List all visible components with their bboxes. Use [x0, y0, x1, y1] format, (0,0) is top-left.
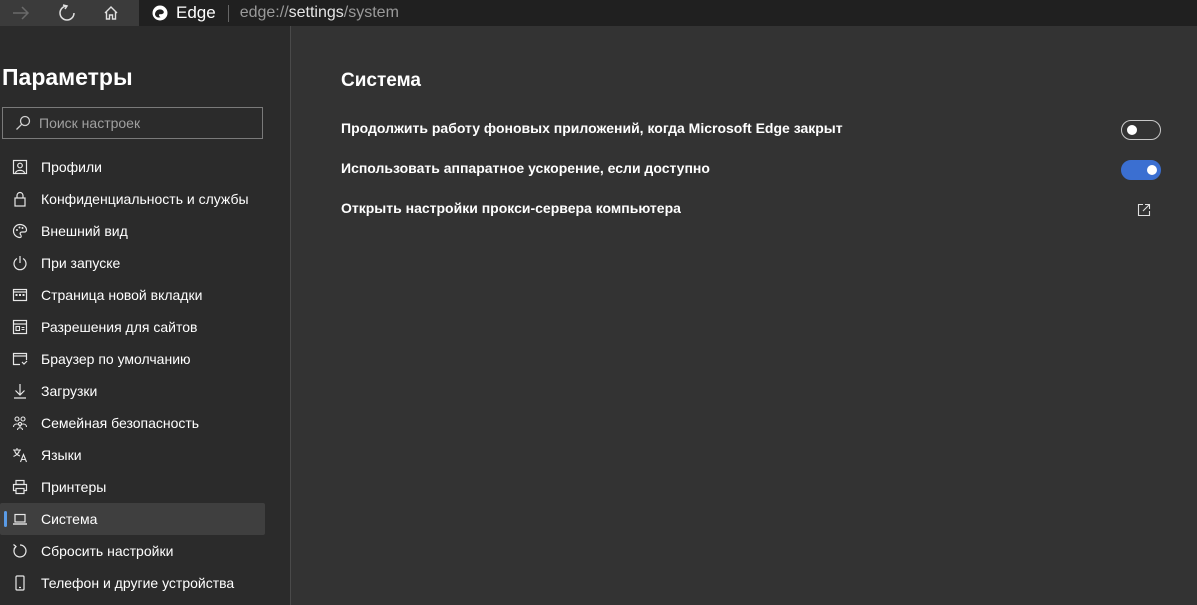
arrow-right-icon [13, 6, 30, 20]
sidebar-item-system[interactable]: Система [0, 503, 265, 535]
external-link-icon[interactable] [1137, 203, 1151, 217]
settings-sidebar: Параметры Профили Конфиденциальность и с… [0, 26, 291, 605]
edge-logo-icon [152, 5, 168, 21]
printer-icon [12, 479, 28, 495]
browser-name: Edge [176, 3, 216, 22]
browser-toolbar: Edge edge://settings/system [0, 0, 1197, 26]
sidebar-item-site-permissions[interactable]: Разрешения для сайтов [0, 311, 265, 343]
sidebar-item-label: Разрешения для сайтов [41, 319, 198, 335]
settings-content: Система Продолжить работу фоновых прилож… [291, 26, 1197, 605]
sidebar-item-privacy[interactable]: Конфиденциальность и службы [0, 183, 265, 215]
sidebar-item-printers[interactable]: Принтеры [0, 471, 265, 503]
setting-proxy[interactable]: Открыть настройки прокси-сервера компьют… [341, 188, 1161, 228]
family-icon [12, 416, 28, 431]
setting-background-apps: Продолжить работу фоновых приложений, ко… [341, 108, 1161, 148]
address-separator [227, 4, 229, 22]
sidebar-item-family-safety[interactable]: Семейная безопасность [0, 407, 265, 439]
sidebar-item-label: При запуске [41, 255, 121, 271]
home-icon [104, 6, 118, 20]
sidebar-item-label: Принтеры [41, 479, 107, 495]
sidebar-item-label: Конфиденциальность и службы [41, 191, 249, 207]
sidebar-item-label: Профили [41, 159, 102, 175]
sidebar-item-phone[interactable]: Телефон и другие устройства [0, 567, 265, 599]
profile-icon [12, 159, 28, 175]
refresh-icon [59, 4, 75, 21]
toggle-knob [1147, 165, 1157, 175]
refresh-button[interactable] [52, 0, 82, 26]
setting-label: Продолжить работу фоновых приложений, ко… [341, 120, 843, 136]
sidebar-item-reset[interactable]: Сбросить настройки [0, 535, 265, 567]
site-permissions-icon [12, 319, 28, 335]
power-icon [13, 256, 27, 271]
languages-icon [13, 448, 28, 463]
forward-button[interactable] [6, 0, 36, 26]
url-text: edge://settings/system [240, 4, 399, 22]
sidebar-item-label: Языки [41, 447, 82, 463]
sidebar-item-label: Страница новой вкладки [41, 287, 203, 303]
new-tab-icon [12, 288, 28, 302]
sidebar-item-label: Телефон и другие устройства [41, 575, 235, 591]
sidebar-item-downloads[interactable]: Загрузки [0, 375, 265, 407]
setting-label: Открыть настройки прокси-сервера компьют… [341, 200, 681, 216]
address-bar[interactable]: Edge edge://settings/system [139, 0, 1197, 26]
settings-menu: Профили Конфиденциальность и службы Внеш… [0, 151, 290, 599]
sidebar-item-label: Система [41, 511, 98, 527]
setting-hardware-acceleration: Использовать аппаратное ускорение, если … [341, 148, 1161, 188]
sidebar-item-label: Семейная безопасность [41, 415, 200, 431]
sidebar-item-new-tab[interactable]: Страница новой вкладки [0, 279, 265, 311]
toggle-knob [1127, 125, 1137, 135]
page-title: Система [341, 70, 421, 91]
sidebar-item-profiles[interactable]: Профили [0, 151, 265, 183]
search-input[interactable] [39, 115, 239, 131]
sidebar-item-label: Внешний вид [41, 223, 128, 239]
sidebar-item-startup[interactable]: При запуске [0, 247, 265, 279]
sidebar-item-languages[interactable]: Языки [0, 439, 265, 471]
sidebar-item-label: Сбросить настройки [41, 543, 174, 559]
home-button[interactable] [96, 0, 126, 26]
sidebar-item-appearance[interactable]: Внешний вид [0, 215, 265, 247]
sidebar-item-label: Загрузки [41, 383, 98, 399]
hardware-acceleration-toggle[interactable] [1121, 160, 1161, 180]
reset-icon [13, 544, 27, 558]
url-host: settings [288, 4, 344, 21]
laptop-icon [13, 513, 27, 525]
search-box[interactable] [2, 107, 263, 139]
active-indicator [4, 511, 7, 527]
background-apps-toggle[interactable] [1121, 120, 1161, 140]
sidebar-item-default-browser[interactable]: Браузер по умолчанию [0, 343, 265, 375]
setting-label: Использовать аппаратное ускорение, если … [341, 160, 710, 176]
lock-icon [14, 191, 26, 207]
default-browser-icon [12, 352, 28, 366]
sidebar-title: Параметры [2, 64, 133, 90]
sidebar-item-label: Браузер по умолчанию [41, 351, 191, 367]
palette-icon [12, 223, 28, 239]
download-icon [14, 384, 26, 399]
url-path: /system [343, 4, 399, 21]
url-scheme: edge:// [239, 4, 289, 21]
search-icon [16, 115, 31, 130]
phone-icon [15, 575, 25, 591]
